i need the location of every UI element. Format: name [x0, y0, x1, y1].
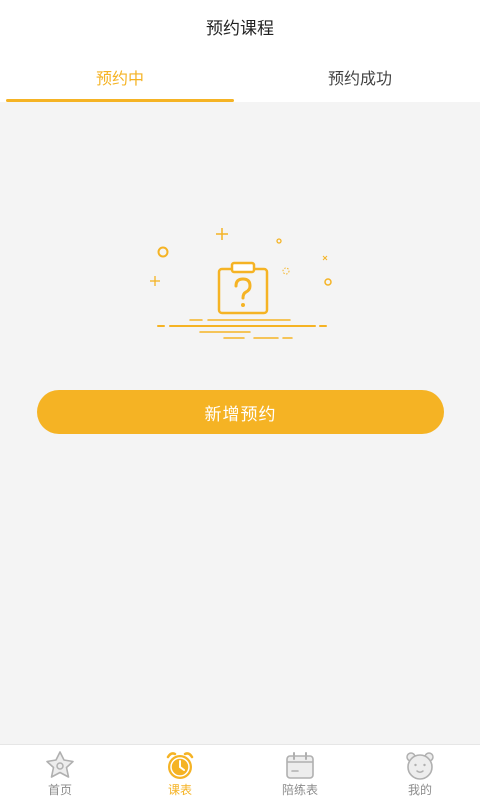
nav-label-practice: 陪练表	[281, 783, 318, 797]
nav-item-home[interactable]: 首页	[0, 745, 120, 800]
alarm-clock-icon	[164, 750, 196, 780]
nav-label-mine: 我的	[407, 783, 432, 797]
nav-item-schedule[interactable]: 课表	[120, 745, 240, 800]
tab-bar: 预约中 预约成功	[0, 52, 480, 102]
header-bar: 预约课程	[0, 0, 480, 52]
nav-label-schedule: 课表	[167, 783, 192, 797]
nav-label-home: 首页	[47, 783, 72, 797]
calendar-icon	[284, 750, 316, 780]
nav-item-mine[interactable]: 我的	[360, 745, 480, 800]
bottom-nav: 首页 课表 陪练表 我的	[0, 744, 480, 800]
tab-success[interactable]: 预约成功	[240, 52, 480, 102]
clipboard-question-icon	[150, 228, 332, 339]
nav-item-practice[interactable]: 陪练表	[240, 745, 360, 800]
star-icon	[44, 750, 76, 780]
tab-pending[interactable]: 预约中	[0, 52, 240, 102]
bear-face-icon	[404, 750, 436, 780]
main-content: 新增预约	[0, 102, 480, 744]
page-title: 预约课程	[206, 18, 274, 39]
add-appointment-button[interactable]: 新增预约	[37, 390, 444, 434]
